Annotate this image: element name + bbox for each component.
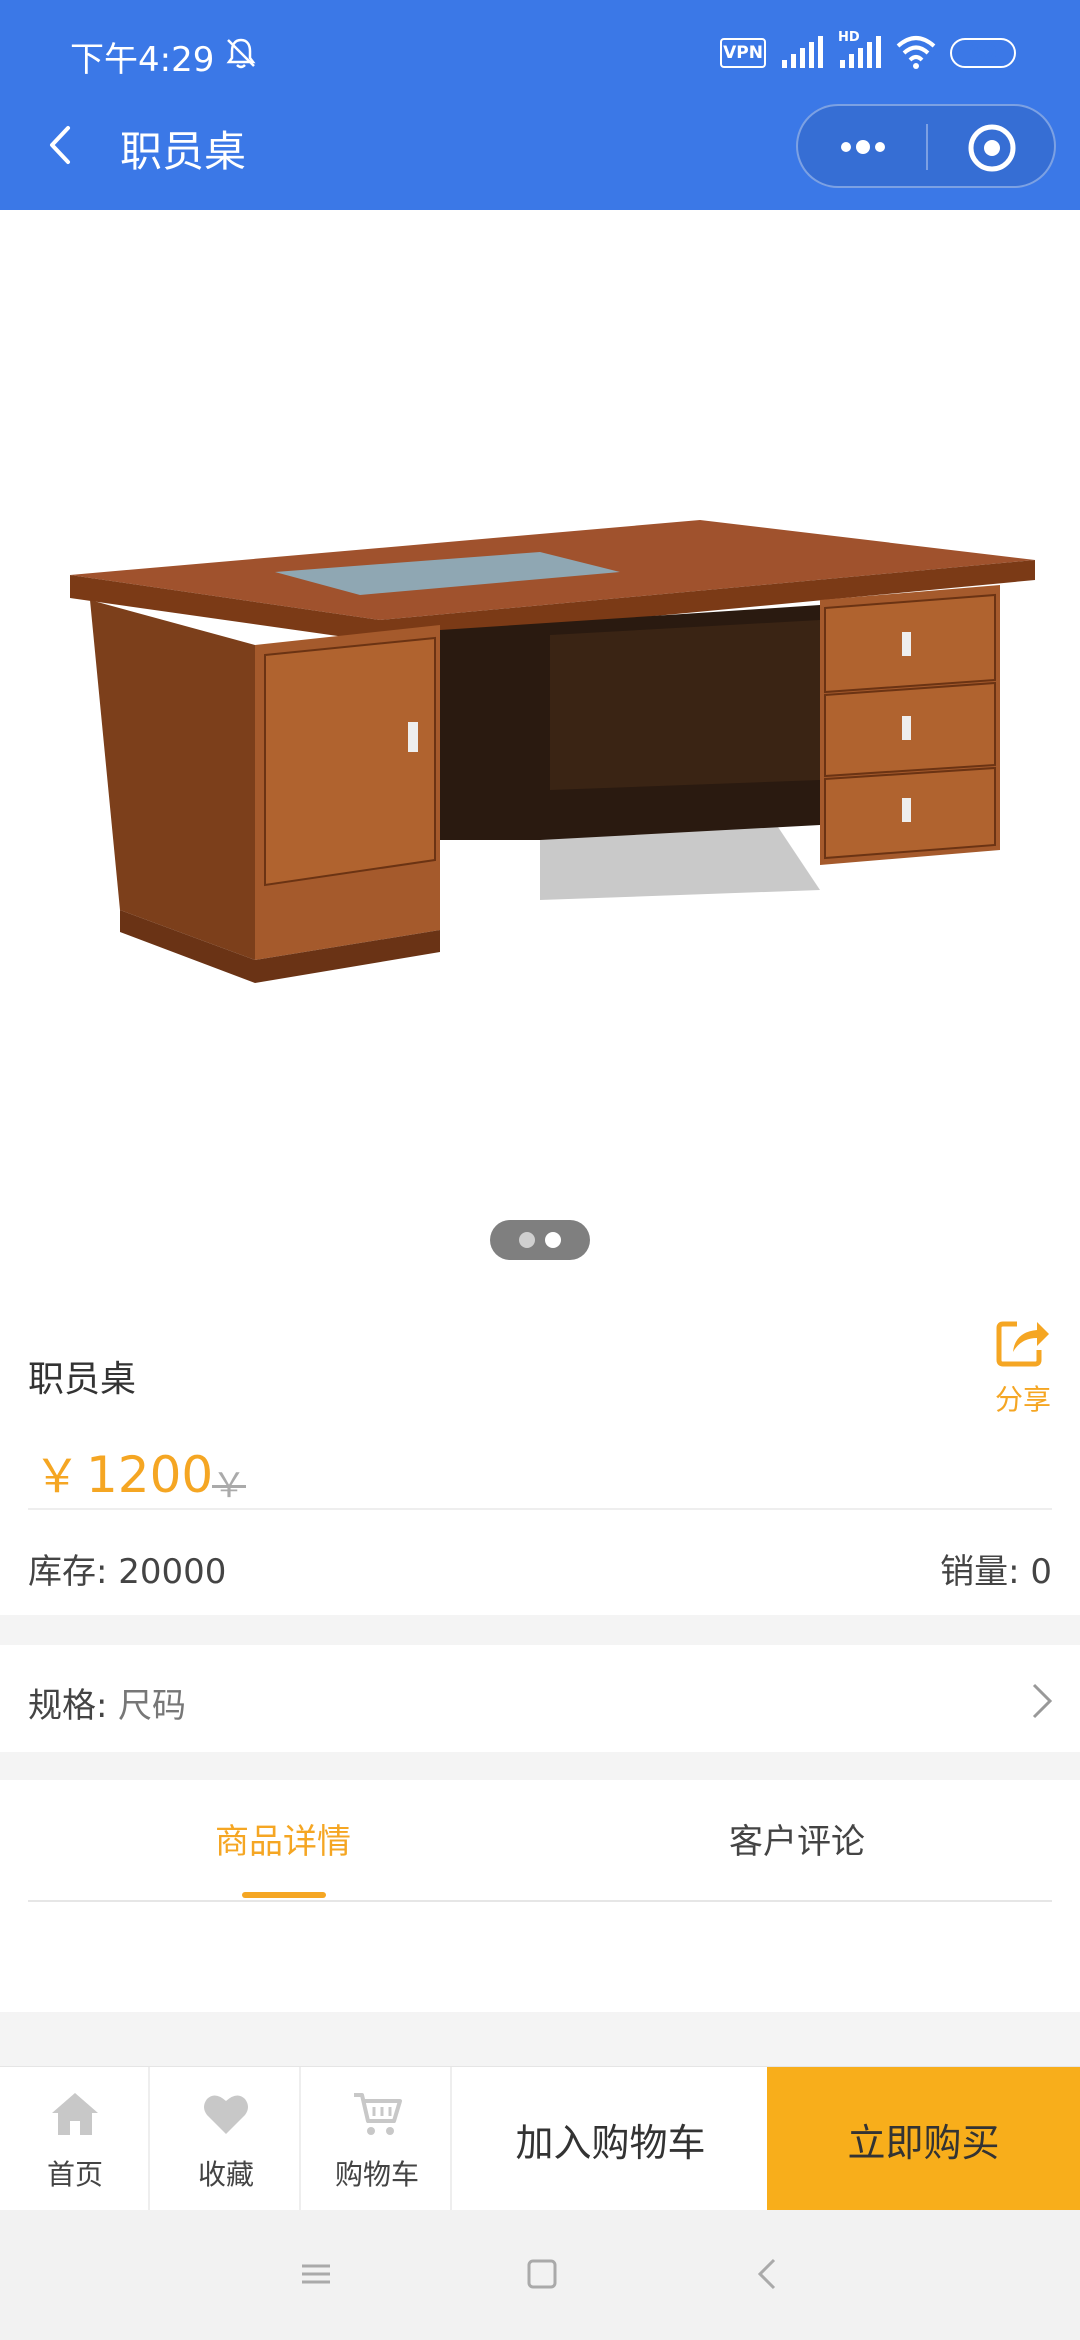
pagination-dot (545, 1232, 561, 1248)
signal-hd-icon (840, 36, 881, 68)
add-to-cart-button[interactable]: 加入购物车 (454, 2067, 767, 2211)
favorite-button[interactable]: 收藏 (151, 2067, 301, 2211)
cart-label: 购物车 (334, 2158, 419, 2191)
sales-count: 销量: 0 (940, 1552, 1052, 1592)
buy-now-button[interactable]: 立即购买 (767, 2067, 1080, 2211)
price-value: 1200 (86, 1446, 214, 1504)
product-name: 职员桌 (28, 1359, 137, 1400)
tabs-divider (28, 1900, 1052, 1902)
price-symbol: ￥ (34, 1449, 80, 1503)
original-price: ￥ (212, 1466, 246, 1506)
detail-tabs: 商品详情 客户评论 (0, 1780, 1080, 2012)
cart-button[interactable]: 购物车 (302, 2067, 452, 2211)
nav-bar: 职员桌 (0, 100, 1080, 210)
home-button[interactable]: 首页 (0, 2067, 150, 2211)
spec-label: 规格: (28, 1686, 108, 1726)
share-label: 分享 (994, 1383, 1051, 1416)
share-button[interactable]: 分享 (990, 1314, 1056, 1418)
battery-text: 80 (969, 41, 997, 65)
cart-icon (354, 2093, 402, 2135)
signal-icon (782, 36, 823, 68)
gallery-pagination (490, 1220, 590, 1260)
tab-product-details[interactable]: 商品详情 (83, 1814, 483, 1863)
product-gallery[interactable] (0, 210, 1080, 1290)
tab-customer-reviews[interactable]: 客户评论 (597, 1814, 997, 1863)
back-chevron-icon[interactable] (748, 2254, 788, 2294)
favorite-label: 收藏 (197, 2158, 254, 2191)
wifi-icon (896, 36, 936, 69)
active-tab-indicator (242, 1892, 326, 1898)
vpn-badge: VPN (720, 38, 766, 68)
home-label: 首页 (46, 2158, 103, 2191)
home-square-icon[interactable] (522, 2254, 562, 2294)
battery-indicator: 80 (950, 38, 1016, 68)
heart-icon (204, 2095, 248, 2134)
more-icon[interactable] (828, 124, 898, 170)
price: ￥ 1200 (34, 1440, 213, 1506)
page-title: 职员桌 (120, 127, 247, 176)
action-bar: 首页 收藏 购物车 加入购物车 立即购买 (0, 2066, 1080, 2211)
status-bar: 下午4:29 VPN HD 80 (0, 0, 1080, 100)
capsule-divider (926, 124, 928, 170)
home-icon (52, 2093, 98, 2135)
product-info-card: 职员桌 分享 ￥ 1200 ￥ 库存: 20000 销量: 0 (0, 1290, 1080, 1615)
back-arrow-icon[interactable] (40, 120, 80, 170)
close-target-icon[interactable] (966, 122, 1018, 174)
pagination-dot (519, 1232, 535, 1248)
spec-selector[interactable]: 规格: 尺码 (0, 1645, 1080, 1752)
chevron-right-icon (1032, 1683, 1053, 1719)
status-time: 下午4:29 (70, 40, 215, 80)
divider (28, 1508, 1052, 1510)
share-icon (996, 1321, 1049, 1367)
product-image (70, 520, 1035, 983)
spec-value: 尺码 (118, 1686, 186, 1726)
header: 下午4:29 VPN HD 80 职员桌 (0, 0, 1080, 210)
bell-muted-icon (226, 38, 256, 69)
system-nav-bar (0, 2210, 1080, 2340)
miniprogram-capsule (796, 104, 1056, 188)
menu-icon[interactable] (296, 2254, 336, 2294)
stock-count: 库存: 20000 (28, 1552, 227, 1592)
